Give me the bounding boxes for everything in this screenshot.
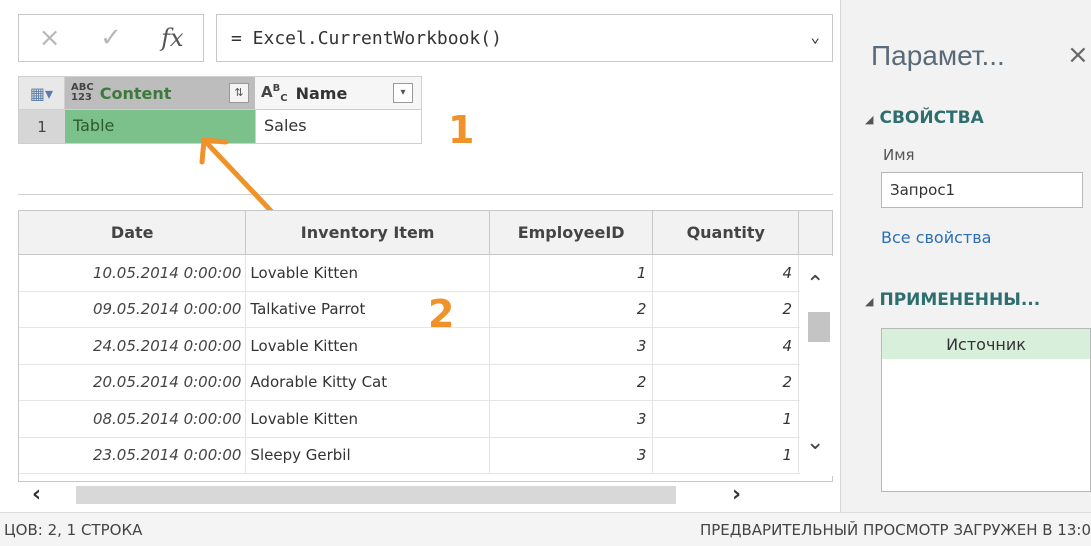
employee-cell: 3 <box>490 401 654 437</box>
chevron-up-icon[interactable]: ⌃ <box>806 272 824 297</box>
chevron-down-icon[interactable]: ⌄ <box>806 430 824 455</box>
employee-cell: 3 <box>490 328 654 364</box>
column-header-more[interactable] <box>799 211 832 254</box>
employee-cell: 2 <box>490 291 654 327</box>
section-properties[interactable]: ◢ СВОЙСТВА <box>865 108 984 128</box>
quantity-cell: 1 <box>653 437 800 473</box>
text-type-icon[interactable]: ABC <box>261 83 288 104</box>
scroll-thumb[interactable] <box>808 312 830 342</box>
column-header-employee-id[interactable]: EmployeeID <box>490 211 654 254</box>
quantity-cell: 1 <box>653 401 800 437</box>
column-header-label: Content <box>99 83 172 103</box>
item-cell: Lovable Kitten <box>246 401 490 437</box>
name-cell[interactable]: Sales <box>255 110 421 143</box>
date-cell: 08.05.2014 0:00:00 <box>19 401 247 437</box>
column-header-inventory-item[interactable]: Inventory Item <box>246 211 490 254</box>
name-label: Имя <box>883 146 915 164</box>
quantity-cell: 2 <box>653 364 800 400</box>
divider <box>18 194 833 195</box>
confirm-icon[interactable]: ✓ <box>80 23 141 53</box>
status-left: ЦОВ: 2, 1 СТРОКА <box>4 521 143 539</box>
close-icon[interactable]: × <box>1067 40 1089 70</box>
employee-cell: 3 <box>490 437 654 473</box>
table-row[interactable]: 20.05.2014 0:00:00 Adorable Kitty Cat 2 … <box>19 364 832 401</box>
column-header-content[interactable]: ABC 123 Content ⇅ <box>65 77 255 109</box>
chevron-left-icon[interactable]: ‹ <box>32 482 41 507</box>
table-row[interactable]: 24.05.2014 0:00:00 Lovable Kitten 3 4 <box>19 328 832 365</box>
all-properties-link[interactable]: Все свойства <box>881 228 991 247</box>
table-menu-icon[interactable]: ▦▾ <box>19 77 65 109</box>
source-table: ▦▾ ABC 123 Content ⇅ ABC Name ▾ 1 Table S… <box>18 76 422 148</box>
section-label: ПРИМЕНЕННЫ... <box>879 290 1041 310</box>
column-header-quantity[interactable]: Quantity <box>653 211 800 254</box>
formula-text: = Excel.CurrentWorkbook() <box>231 27 502 49</box>
annotation-label-1: 1 <box>448 108 475 152</box>
formula-bar-buttons: × ✓ fx <box>18 14 204 62</box>
date-cell: 20.05.2014 0:00:00 <box>19 364 247 400</box>
section-label: СВОЙСТВА <box>879 108 984 128</box>
formula-input[interactable]: = Excel.CurrentWorkbook() ⌄ <box>216 14 833 62</box>
source-table-header: ▦▾ ABC 123 Content ⇅ ABC Name ▾ <box>18 76 422 110</box>
horizontal-scrollbar[interactable]: ‹ › <box>18 482 800 507</box>
table-row: 1 Table Sales <box>18 110 422 144</box>
vertical-scrollbar[interactable]: ⌃ ⌄ <box>800 256 833 476</box>
item-cell: Lovable Kitten <box>246 255 490 291</box>
table-link-cell[interactable]: Table <box>65 110 255 143</box>
step-item-source[interactable]: Источник <box>882 329 1090 359</box>
table-row[interactable]: 08.05.2014 0:00:00 Lovable Kitten 3 1 <box>19 401 832 438</box>
date-cell: 24.05.2014 0:00:00 <box>19 328 247 364</box>
date-cell: 23.05.2014 0:00:00 <box>19 437 247 473</box>
scroll-thumb[interactable] <box>76 486 676 504</box>
query-settings-panel: Парамет... × ◢ СВОЙСТВА Имя Запрос1 Все с… <box>840 0 1091 512</box>
any-type-icon[interactable]: ABC 123 <box>71 83 94 103</box>
date-cell: 09.05.2014 0:00:00 <box>19 291 247 327</box>
collapse-icon[interactable]: ◢ <box>865 295 873 308</box>
annotation-label-2: 2 <box>428 292 455 336</box>
table-row[interactable]: 10.05.2014 0:00:00 Lovable Kitten 1 4 <box>19 255 832 292</box>
quantity-cell: 4 <box>653 255 800 291</box>
date-cell: 10.05.2014 0:00:00 <box>19 255 247 291</box>
filter-dropdown-icon[interactable]: ▾ <box>393 83 413 103</box>
cancel-icon[interactable]: × <box>19 23 80 53</box>
grid-header: Date Inventory Item EmployeeID Quantity <box>19 211 832 255</box>
collapse-icon[interactable]: ◢ <box>865 113 873 126</box>
item-cell: Adorable Kitty Cat <box>246 364 490 400</box>
section-applied-steps[interactable]: ◢ ПРИМЕНЕННЫ... <box>865 290 1040 310</box>
employee-cell: 2 <box>490 364 654 400</box>
column-header-date[interactable]: Date <box>19 211 247 254</box>
row-index: 1 <box>19 110 65 143</box>
preview-grid: Date Inventory Item EmployeeID Quantity … <box>18 210 833 482</box>
expand-column-icon[interactable]: ⇅ <box>229 83 249 103</box>
item-cell: Sleepy Gerbil <box>246 437 490 473</box>
quantity-cell: 2 <box>653 291 800 327</box>
chevron-right-icon[interactable]: › <box>732 482 741 507</box>
quantity-cell: 4 <box>653 328 800 364</box>
column-header-label: Name <box>295 83 348 103</box>
employee-cell: 1 <box>490 255 654 291</box>
status-right: ПРЕДВАРИТЕЛЬНЫЙ ПРОСМОТР ЗАГРУЖЕН В 13:0 <box>699 521 1091 539</box>
panel-title: Парамет... <box>871 40 1005 71</box>
fx-icon[interactable]: fx <box>142 24 203 52</box>
query-name-field[interactable]: Запрос1 <box>881 172 1083 208</box>
table-row[interactable]: 23.05.2014 0:00:00 Sleepy Gerbil 3 1 <box>19 437 832 474</box>
column-header-name[interactable]: ABC Name ▾ <box>255 77 421 109</box>
table-row[interactable]: 09.05.2014 0:00:00 Talkative Parrot 2 2 <box>19 291 832 328</box>
applied-steps-list: Источник <box>881 328 1091 492</box>
chevron-down-icon[interactable]: ⌄ <box>810 27 820 46</box>
status-bar: ЦОВ: 2, 1 СТРОКА ПРЕДВАРИТЕЛЬНЫЙ ПРОСМОТ… <box>0 512 1091 546</box>
